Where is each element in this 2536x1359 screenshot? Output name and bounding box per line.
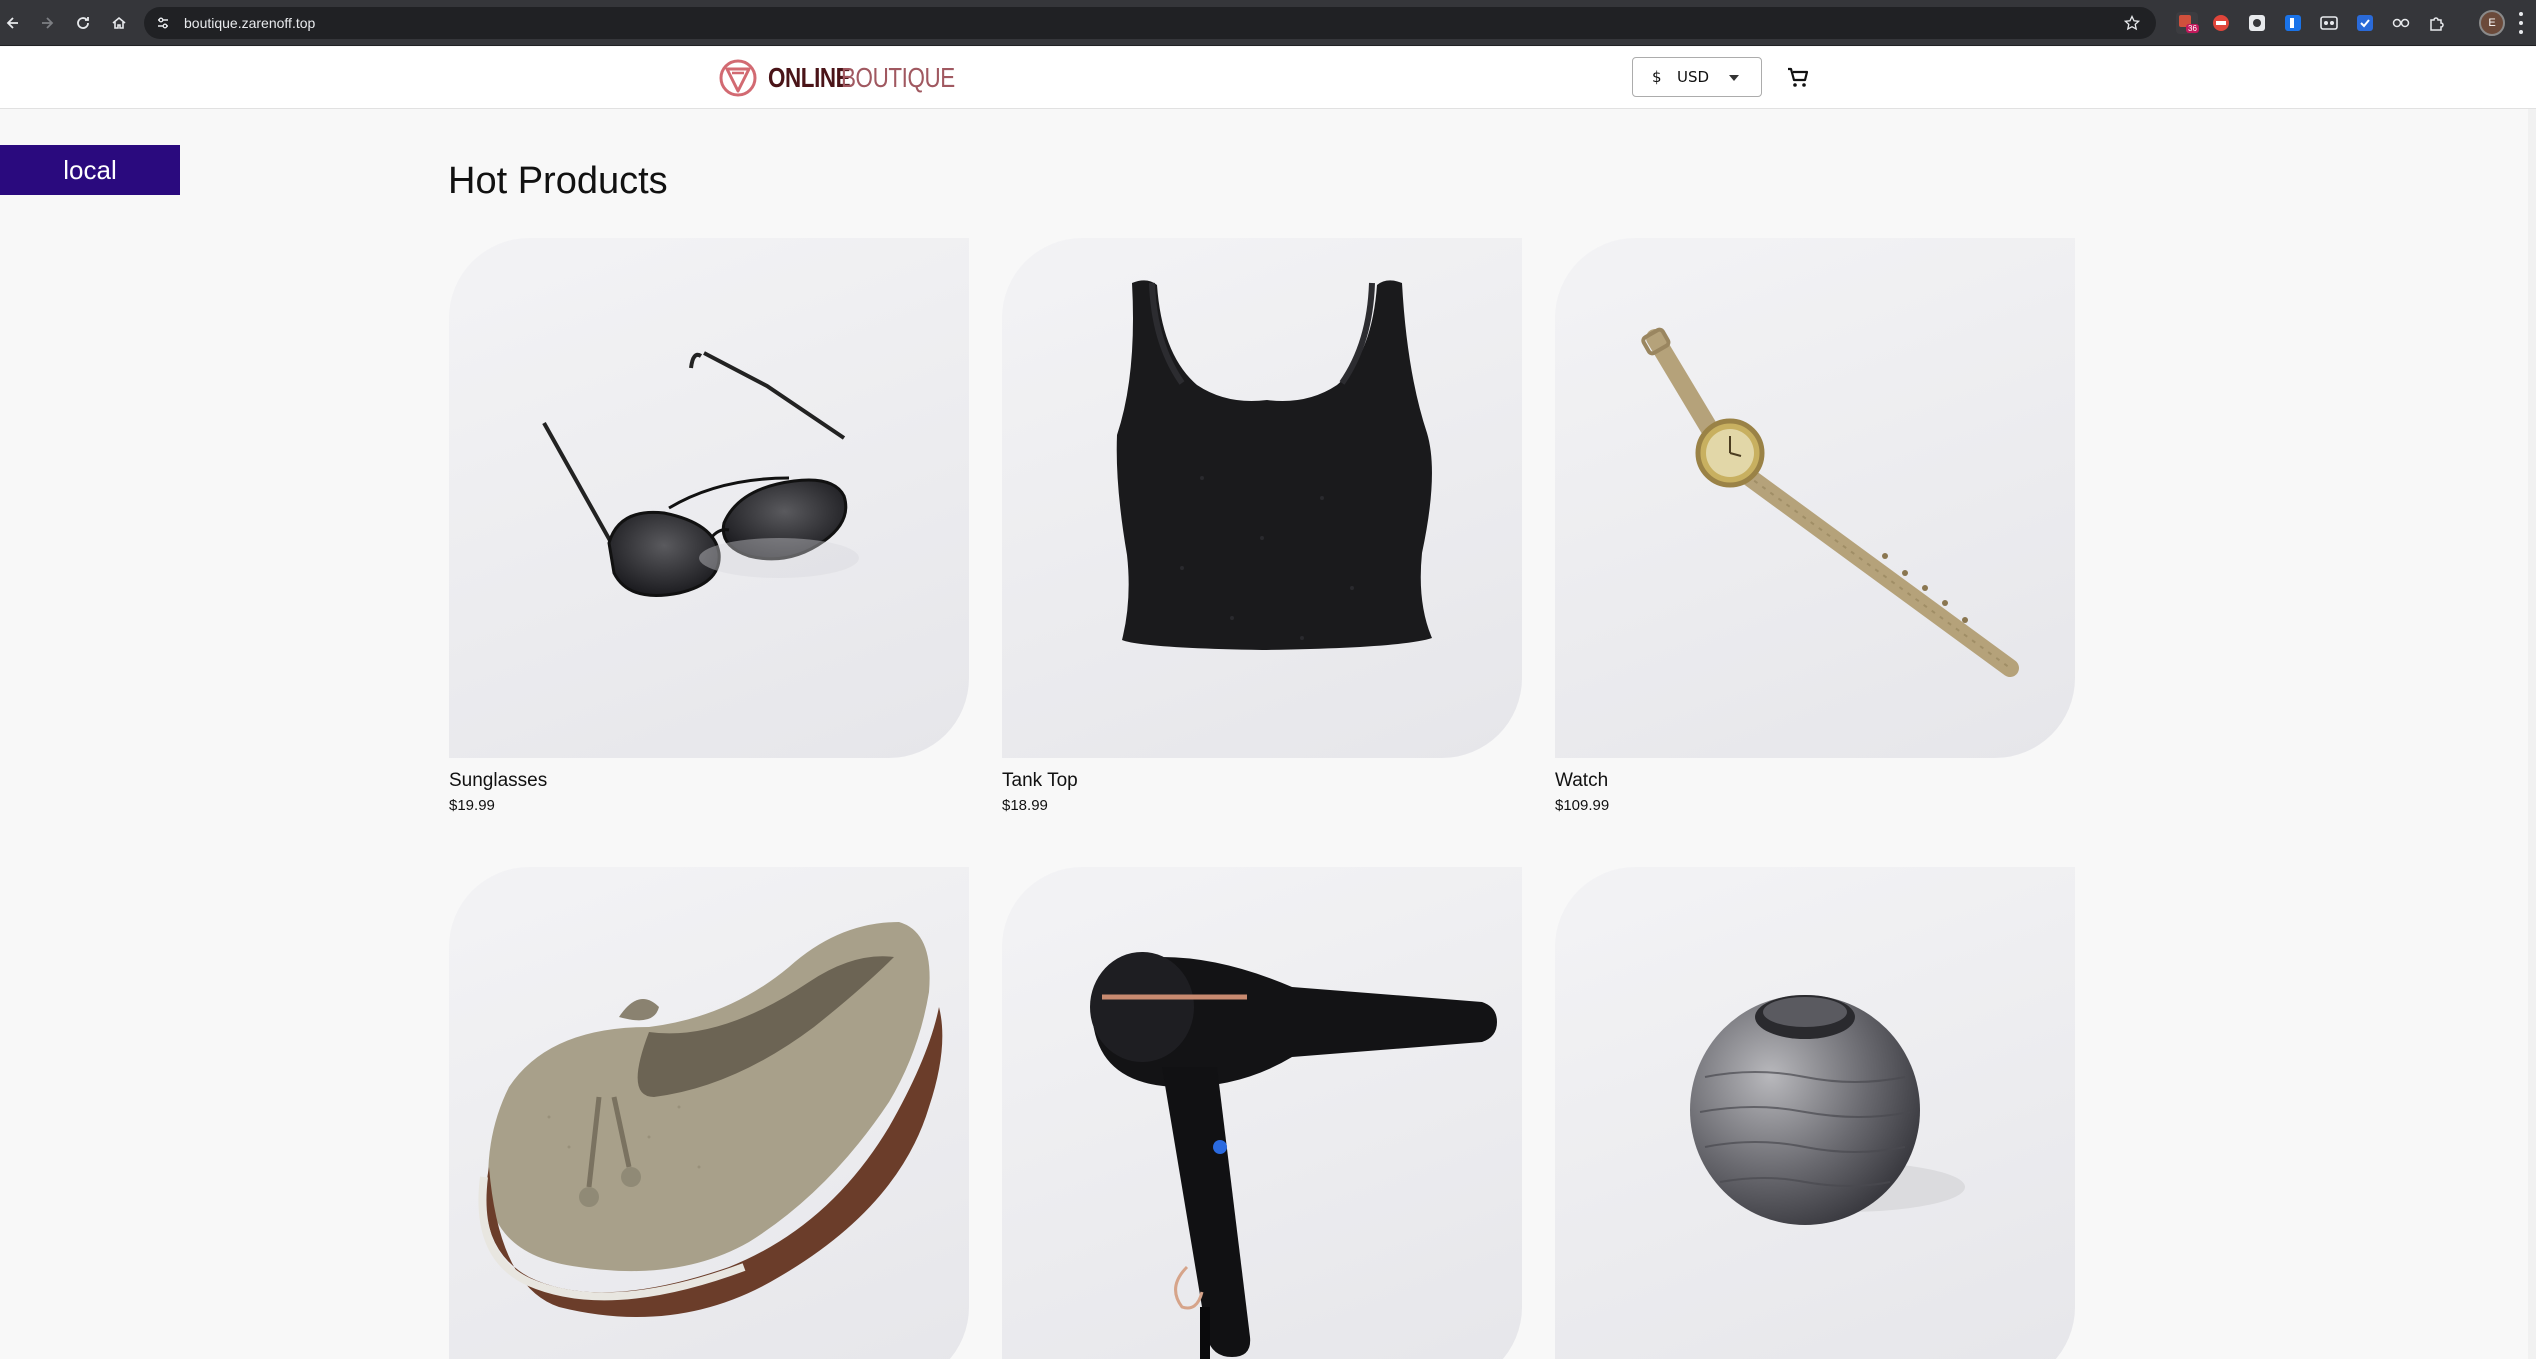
extension-icon-grid[interactable]	[2318, 12, 2340, 34]
shopping-cart-icon	[1788, 67, 1809, 87]
logo-text-bold: ONLINE	[768, 62, 851, 93]
logo-text-light: BOUTIQUE	[840, 62, 955, 93]
product-name[interactable]: Sunglasses	[449, 770, 969, 792]
caret-down-icon	[1729, 75, 1739, 81]
profile-avatar[interactable]: E	[2479, 10, 2505, 36]
bookmark-star-icon[interactable]	[2122, 13, 2142, 33]
browser-menu-icon[interactable]	[2518, 12, 2524, 34]
product-image[interactable]	[1555, 238, 2075, 758]
page-scrollbar[interactable]	[2528, 109, 2536, 1359]
product-card[interactable]	[1555, 867, 2075, 1359]
extension-icon-box[interactable]	[2246, 12, 2268, 34]
product-image[interactable]	[1002, 238, 1522, 758]
product-image[interactable]	[449, 238, 969, 758]
cart-button[interactable]	[1784, 63, 1812, 91]
product-card[interactable]	[449, 867, 969, 1359]
browser-toolbar: boutique.zarenoff.top 36 E	[0, 0, 2536, 46]
product-card[interactable]	[1002, 867, 1522, 1359]
back-arrow-icon	[6, 17, 18, 29]
extension-icon-badge[interactable]: 36	[2176, 12, 2199, 34]
extension-icon-blue[interactable]	[2282, 12, 2304, 34]
address-bar[interactable]: boutique.zarenoff.top	[144, 7, 2156, 39]
home-icon	[112, 16, 126, 29]
logo-text: ONLINEBOUTIQUE	[768, 62, 983, 94]
candle-holder-icon	[1690, 995, 1965, 1225]
currency-selector[interactable]: $ USD	[1632, 57, 1762, 97]
site-info-icon[interactable]	[154, 14, 172, 32]
tank-top-icon	[1116, 280, 1432, 650]
extension-badge-count: 36	[2186, 24, 2199, 33]
extension-icon-check[interactable]	[2354, 12, 2376, 34]
product-card[interactable]: Sunglasses $19.99	[449, 238, 969, 814]
product-card[interactable]: Watch $109.99	[1555, 238, 2075, 814]
extension-icon-glasses[interactable]	[2390, 12, 2412, 34]
url-text: boutique.zarenoff.top	[184, 15, 316, 31]
reload-icon	[77, 17, 89, 29]
watch-icon	[1641, 327, 2019, 677]
boutique-logo-icon	[719, 59, 757, 97]
section-title: Hot Products	[448, 160, 668, 202]
product-price: $109.99	[1555, 797, 1610, 814]
extension-icon-red[interactable]	[2210, 12, 2232, 34]
product-image[interactable]	[449, 867, 969, 1359]
logo[interactable]: ONLINEBOUTIQUE	[718, 57, 983, 99]
home-button[interactable]	[106, 10, 132, 36]
forward-arrow-icon	[42, 17, 54, 29]
currency-symbol: $	[1652, 68, 1662, 86]
site-header: ONLINEBOUTIQUE $ USD	[0, 47, 2536, 109]
product-price: $18.99	[1002, 797, 1048, 814]
extensions-puzzle-icon[interactable]	[2426, 12, 2448, 34]
hairdryer-icon	[1090, 952, 1497, 1359]
loafers-icon	[478, 922, 943, 1317]
product-name[interactable]: Tank Top	[1002, 770, 1522, 792]
product-card[interactable]: Tank Top $18.99	[1002, 238, 1522, 814]
product-name[interactable]: Watch	[1555, 770, 2075, 792]
environment-badge: local	[0, 145, 180, 195]
product-image[interactable]	[1555, 867, 2075, 1359]
sunglasses-icon	[542, 351, 859, 597]
back-button[interactable]	[0, 10, 26, 36]
product-image[interactable]	[1002, 867, 1522, 1359]
product-price: $19.99	[449, 797, 495, 814]
currency-code: USD	[1677, 68, 1710, 86]
forward-button[interactable]	[34, 10, 60, 36]
reload-button[interactable]	[70, 10, 96, 36]
